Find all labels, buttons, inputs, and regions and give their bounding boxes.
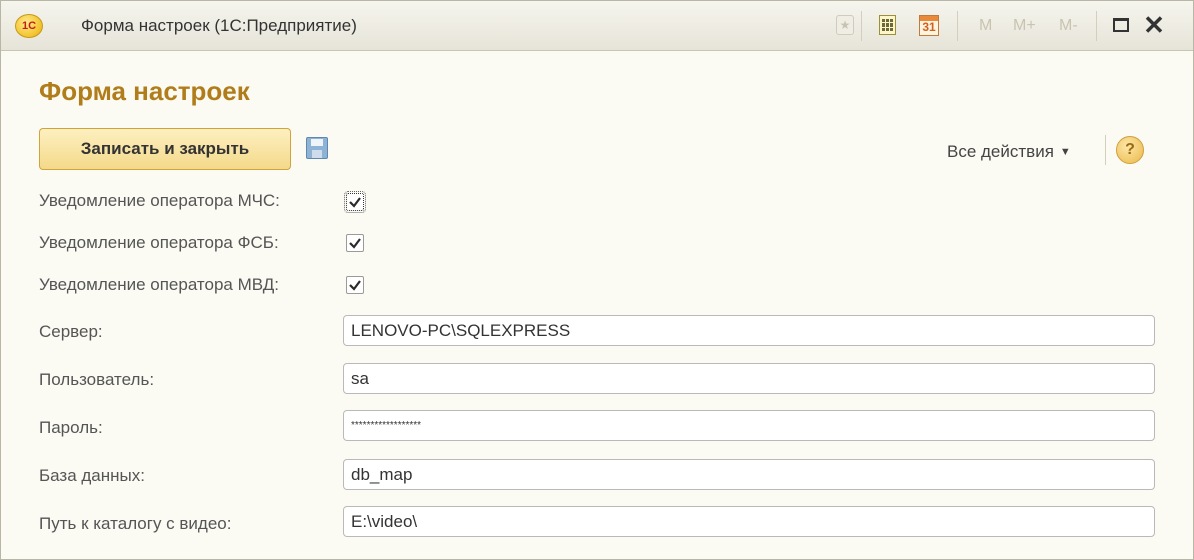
mvd-notify-label: Уведомление оператора МВД: [39, 275, 279, 294]
video-path-label: Путь к каталогу с видео: [39, 514, 232, 533]
server-field[interactable]: LENOVO-PC\SQLEXPRESS [343, 315, 1155, 346]
star-icon[interactable]: ★ [833, 13, 857, 37]
toolbar-separator [1096, 11, 1097, 41]
close-icon[interactable]: ✕ [1142, 12, 1166, 38]
user-label: Пользователь: [39, 370, 155, 389]
memory-add-button[interactable]: M+ [1013, 17, 1036, 35]
mvd-notify-checkbox[interactable] [346, 276, 364, 294]
all-actions-menu[interactable]: Все действия ▼ [947, 142, 1071, 162]
checkmark-icon [349, 197, 361, 208]
database-field[interactable]: db_map [343, 459, 1155, 490]
database-label: База данных: [39, 466, 145, 485]
chevron-down-icon: ▼ [1059, 146, 1071, 158]
fsb-notify-label: Уведомление оператора ФСБ: [39, 233, 279, 252]
server-label: Сервер: [39, 322, 103, 341]
user-field[interactable]: sa [343, 363, 1155, 394]
settings-window: 1С Форма настроек (1С:Предприятие) ★ 31 … [0, 0, 1194, 560]
floppy-disk-icon[interactable] [306, 137, 328, 159]
help-icon[interactable]: ? [1116, 136, 1144, 164]
password-label: Пароль: [39, 418, 103, 437]
command-separator [1105, 135, 1106, 165]
form-title: Форма настроек [39, 76, 250, 106]
all-actions-label: Все действия [947, 142, 1054, 161]
password-field[interactable]: ****************** [343, 410, 1155, 441]
calendar-icon[interactable]: 31 [917, 13, 941, 37]
mchs-notify-label: Уведомление оператора МЧС: [39, 191, 280, 210]
memory-store-button[interactable]: M [979, 17, 992, 35]
toolbar-separator [957, 11, 958, 41]
maximize-icon[interactable] [1109, 13, 1133, 37]
save-and-close-button[interactable]: Записать и закрыть [39, 128, 291, 170]
memory-subtract-button[interactable]: M- [1059, 17, 1078, 35]
toolbar-separator [861, 11, 862, 41]
window-title: Форма настроек (1С:Предприятие) [81, 16, 357, 35]
calculator-icon[interactable] [875, 13, 899, 37]
checkmark-icon [349, 280, 361, 291]
fsb-notify-checkbox[interactable] [346, 234, 364, 252]
title-bar[interactable]: 1С Форма настроек (1С:Предприятие) ★ 31 … [1, 1, 1193, 51]
video-path-field[interactable]: E:\video\ [343, 506, 1155, 537]
mchs-notify-checkbox[interactable] [344, 191, 366, 213]
checkmark-icon [349, 238, 361, 249]
app-logo-icon[interactable]: 1С [15, 14, 43, 38]
